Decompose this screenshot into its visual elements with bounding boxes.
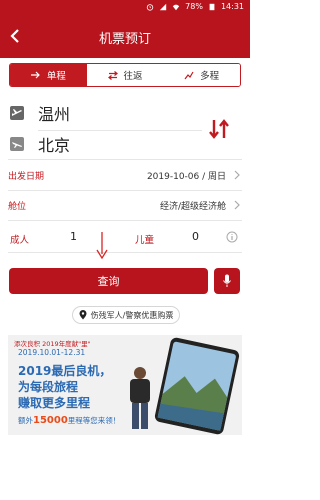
- chevron-right-icon: [234, 170, 240, 180]
- departure-city: 温州: [38, 105, 71, 124]
- tab-one-way-label: 单程: [46, 71, 66, 82]
- swap-horizontal-icon: [107, 70, 118, 80]
- adult-count[interactable]: 1: [70, 230, 77, 243]
- arrow-right-icon: [30, 71, 40, 79]
- location-pin-icon: [79, 310, 87, 320]
- wifi-icon: [172, 4, 180, 10]
- banner-traveler-image: [130, 367, 150, 429]
- divider: [8, 252, 242, 253]
- pointer-arrow-icon: [96, 232, 108, 260]
- query-button[interactable]: 查询: [9, 268, 208, 294]
- banner-bonus-amount: 15000: [33, 415, 68, 426]
- signal-icon: [159, 3, 167, 10]
- promo-banner[interactable]: 添次良积 2019年度献"里" 2019.10.01-12.31 2019最后良…: [8, 335, 242, 435]
- banner-headline: 2019最后良机， 为每段旅程 赚取更多里程: [18, 363, 111, 411]
- banner-phone-image: [154, 337, 240, 435]
- child-label: 儿童: [135, 235, 155, 246]
- adult-label: 成人: [10, 235, 30, 246]
- discount-ticket-label: 伤残军人/警察优惠购票: [90, 310, 174, 320]
- voice-search-button[interactable]: [214, 268, 240, 294]
- banner-bonus: 额外15000里程等您来领！: [18, 415, 120, 426]
- banner-headline-3: 赚取更多里程: [18, 396, 91, 410]
- banner-headline-1: 2019最后良机，: [18, 364, 112, 378]
- arrival-city: 北京: [38, 136, 71, 155]
- departure-city-row[interactable]: 温州: [10, 96, 70, 130]
- passenger-row: 成人 1 儿童 0: [8, 226, 242, 250]
- landing-icon: [10, 137, 24, 151]
- battery-level: 78%: [185, 2, 203, 11]
- departure-date-value: 2019-10-06 / 周日: [146, 171, 226, 182]
- status-bar: 78% 14:31: [0, 0, 250, 14]
- discount-ticket-button[interactable]: 伤残军人/警察优惠购票: [72, 306, 180, 324]
- cabin-row[interactable]: 舱位 经济/超级经济舱: [8, 190, 242, 220]
- takeoff-icon: [10, 106, 24, 120]
- chevron-right-icon: [234, 200, 240, 210]
- child-count[interactable]: 0: [192, 230, 199, 243]
- tab-one-way[interactable]: 单程: [10, 64, 87, 86]
- banner-bonus-prefix: 额外: [18, 416, 33, 425]
- tab-multi-city[interactable]: 多程: [163, 64, 240, 86]
- banner-subtitle: 添次良积 2019年度献"里": [14, 340, 91, 348]
- trip-type-bar: 单程 往返 多程: [0, 58, 250, 94]
- divider: [8, 220, 242, 221]
- banner-dates: 2019.10.01-12.31: [18, 348, 86, 357]
- banner-bonus-suffix: 里程等您来领！: [67, 416, 121, 425]
- info-icon[interactable]: [226, 231, 238, 243]
- page-title: 机票预订: [98, 32, 151, 47]
- microphone-icon: [223, 274, 231, 287]
- banner-headline-2: 为每段旅程: [18, 380, 79, 394]
- swap-cities-icon[interactable]: [206, 116, 232, 142]
- tab-round-trip-label: 往返: [123, 71, 143, 82]
- multi-leg-icon: [184, 71, 194, 79]
- alarm-icon: [146, 3, 154, 11]
- tab-round-trip[interactable]: 往返: [86, 64, 164, 86]
- departure-date-row[interactable]: 出发日期 2019-10-06 / 周日: [8, 160, 242, 190]
- trip-type-tabs: 单程 往返 多程: [9, 63, 241, 87]
- app-header: 机票预订: [0, 14, 250, 58]
- battery-icon: [209, 3, 215, 10]
- tab-multi-city-label: 多程: [200, 71, 220, 82]
- departure-date-label: 出发日期: [8, 171, 45, 182]
- clock: 14:31: [220, 2, 244, 11]
- arrival-city-row[interactable]: 北京: [10, 127, 70, 161]
- cabin-label: 舱位: [8, 201, 27, 212]
- cabin-value: 经济/超级经济舱: [159, 201, 226, 212]
